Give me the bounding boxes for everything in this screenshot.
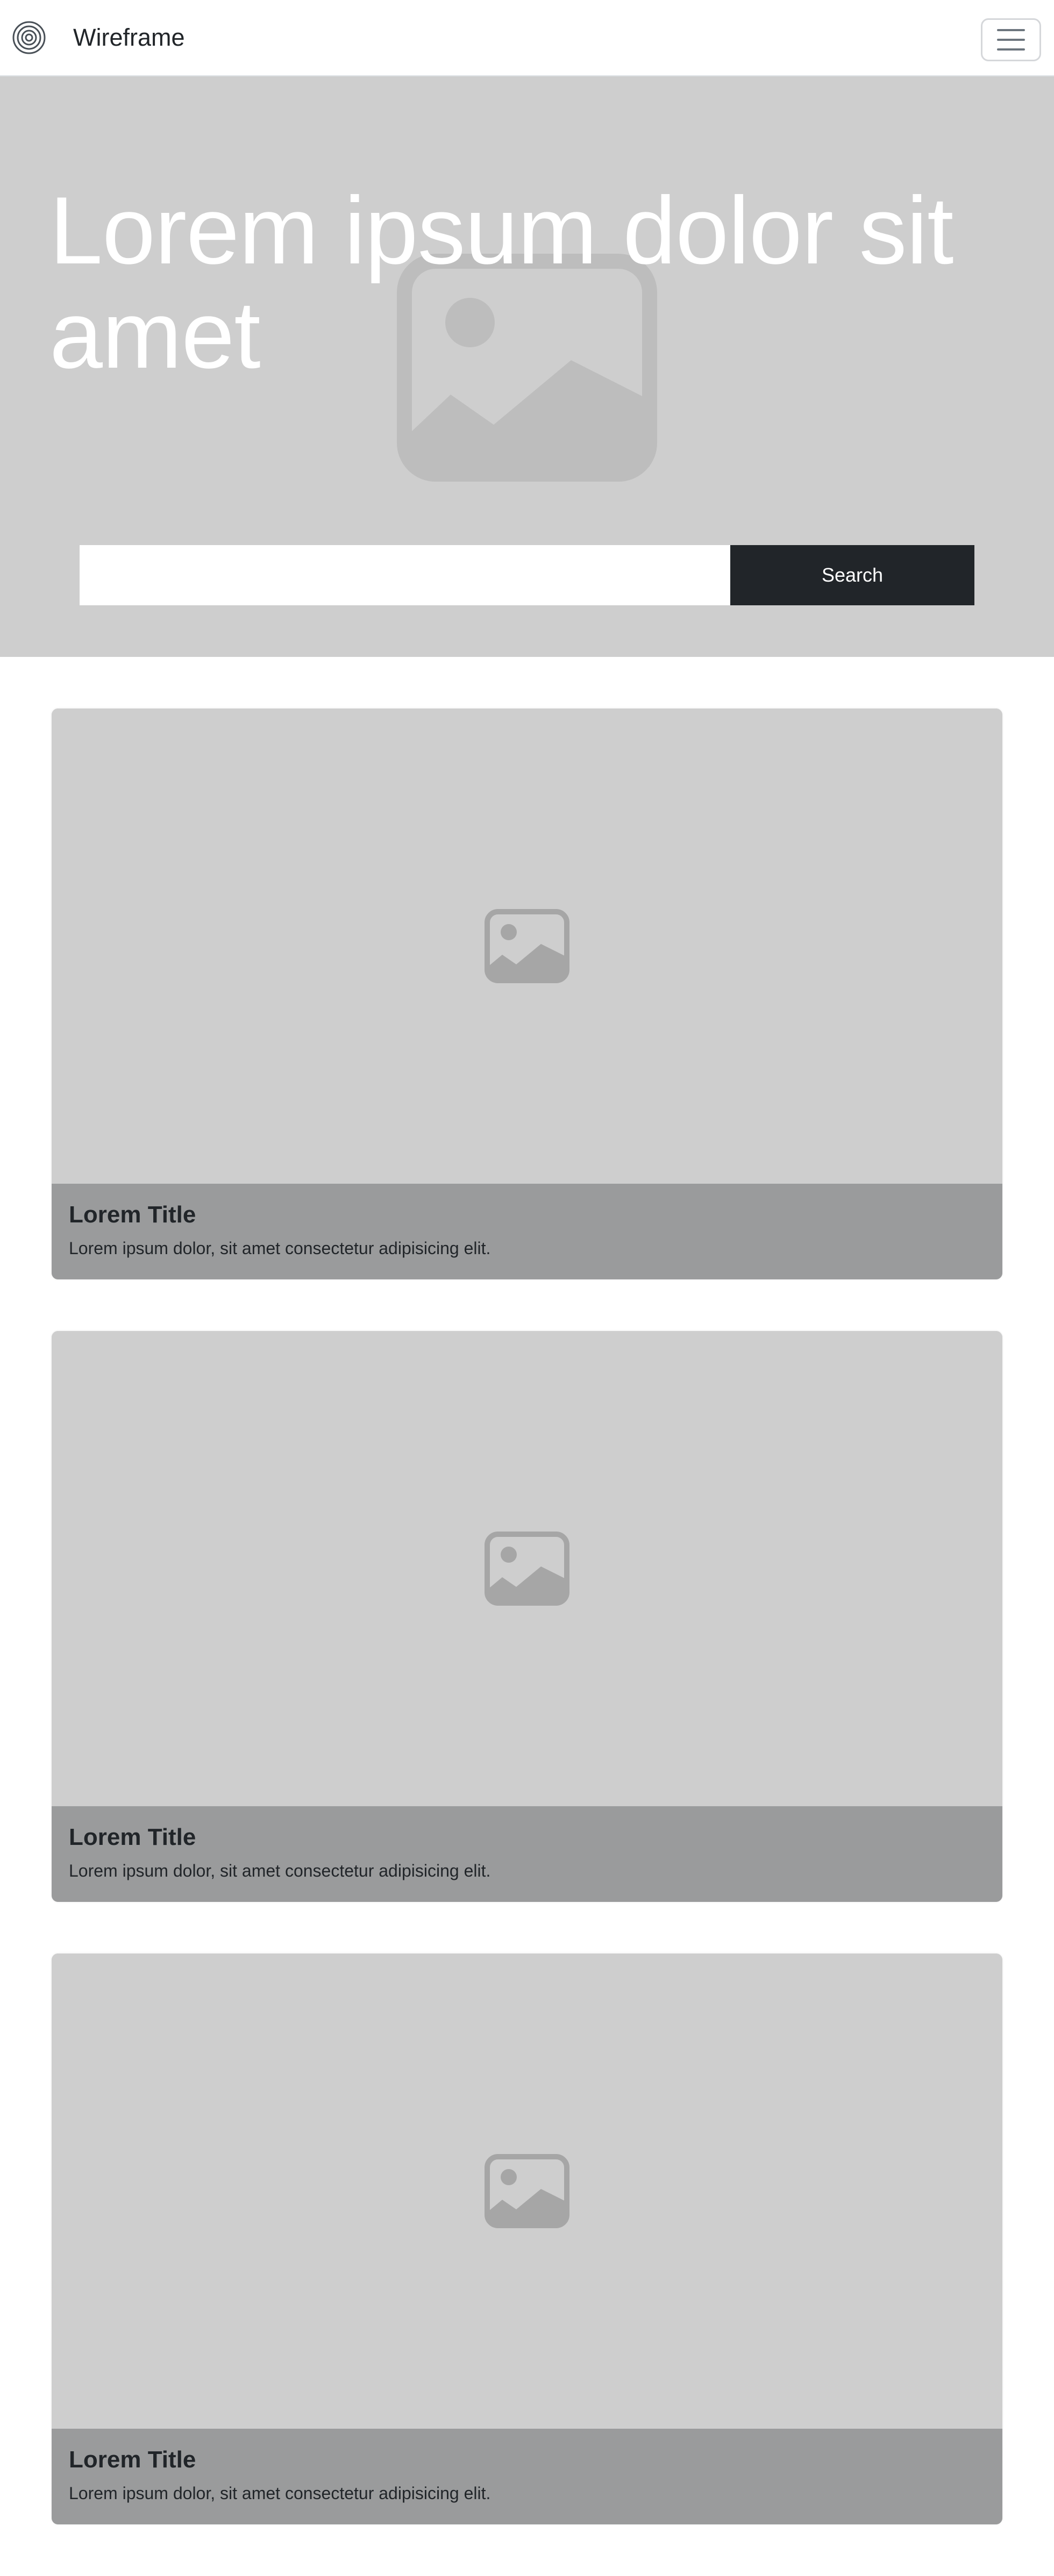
card-caption: Lorem Title Lorem ipsum dolor, sit amet … bbox=[52, 1806, 1002, 1902]
card-text: Lorem ipsum dolor, sit amet consectetur … bbox=[69, 1239, 491, 1258]
search-input[interactable] bbox=[80, 545, 730, 605]
card[interactable]: Lorem Title Lorem ipsum dolor, sit amet … bbox=[52, 1331, 1002, 1902]
hamburger-menu-icon-bar bbox=[997, 39, 1025, 41]
image-placeholder-icon bbox=[485, 2154, 569, 2228]
card[interactable]: Lorem Title Lorem ipsum dolor, sit amet … bbox=[52, 709, 1002, 1279]
card-image bbox=[52, 1331, 1002, 1806]
hamburger-menu-icon bbox=[997, 29, 1025, 31]
card-caption: Lorem Title Lorem ipsum dolor, sit amet … bbox=[52, 1184, 1002, 1279]
card-image bbox=[52, 709, 1002, 1184]
menu-toggle-button[interactable] bbox=[981, 18, 1041, 61]
card-caption: Lorem Title Lorem ipsum dolor, sit amet … bbox=[52, 2429, 1002, 2524]
concentric-circles-icon bbox=[12, 21, 46, 54]
card-title: Lorem Title bbox=[69, 2446, 196, 2473]
brand-name: Wireframe bbox=[73, 24, 185, 51]
card[interactable]: Lorem Title Lorem ipsum dolor, sit amet … bbox=[52, 1954, 1002, 2524]
brand-link[interactable]: Wireframe bbox=[12, 20, 185, 55]
hero-section: Lorem ipsum dolor sit amet Search bbox=[0, 76, 1054, 657]
search-form: Search bbox=[80, 545, 974, 605]
card-title: Lorem Title bbox=[69, 1824, 196, 1850]
hamburger-menu-icon-bar bbox=[997, 48, 1025, 51]
card-text: Lorem ipsum dolor, sit amet consectetur … bbox=[69, 1861, 491, 1880]
card-title: Lorem Title bbox=[69, 1201, 196, 1228]
card-image bbox=[52, 1954, 1002, 2429]
navbar: Wireframe bbox=[0, 0, 1054, 76]
card-text: Lorem ipsum dolor, sit amet consectetur … bbox=[69, 2484, 491, 2503]
search-button[interactable]: Search bbox=[730, 545, 974, 605]
hero-title: Lorem ipsum dolor sit amet bbox=[49, 177, 954, 388]
image-placeholder-icon bbox=[485, 909, 569, 983]
image-placeholder-icon bbox=[485, 1532, 569, 1606]
